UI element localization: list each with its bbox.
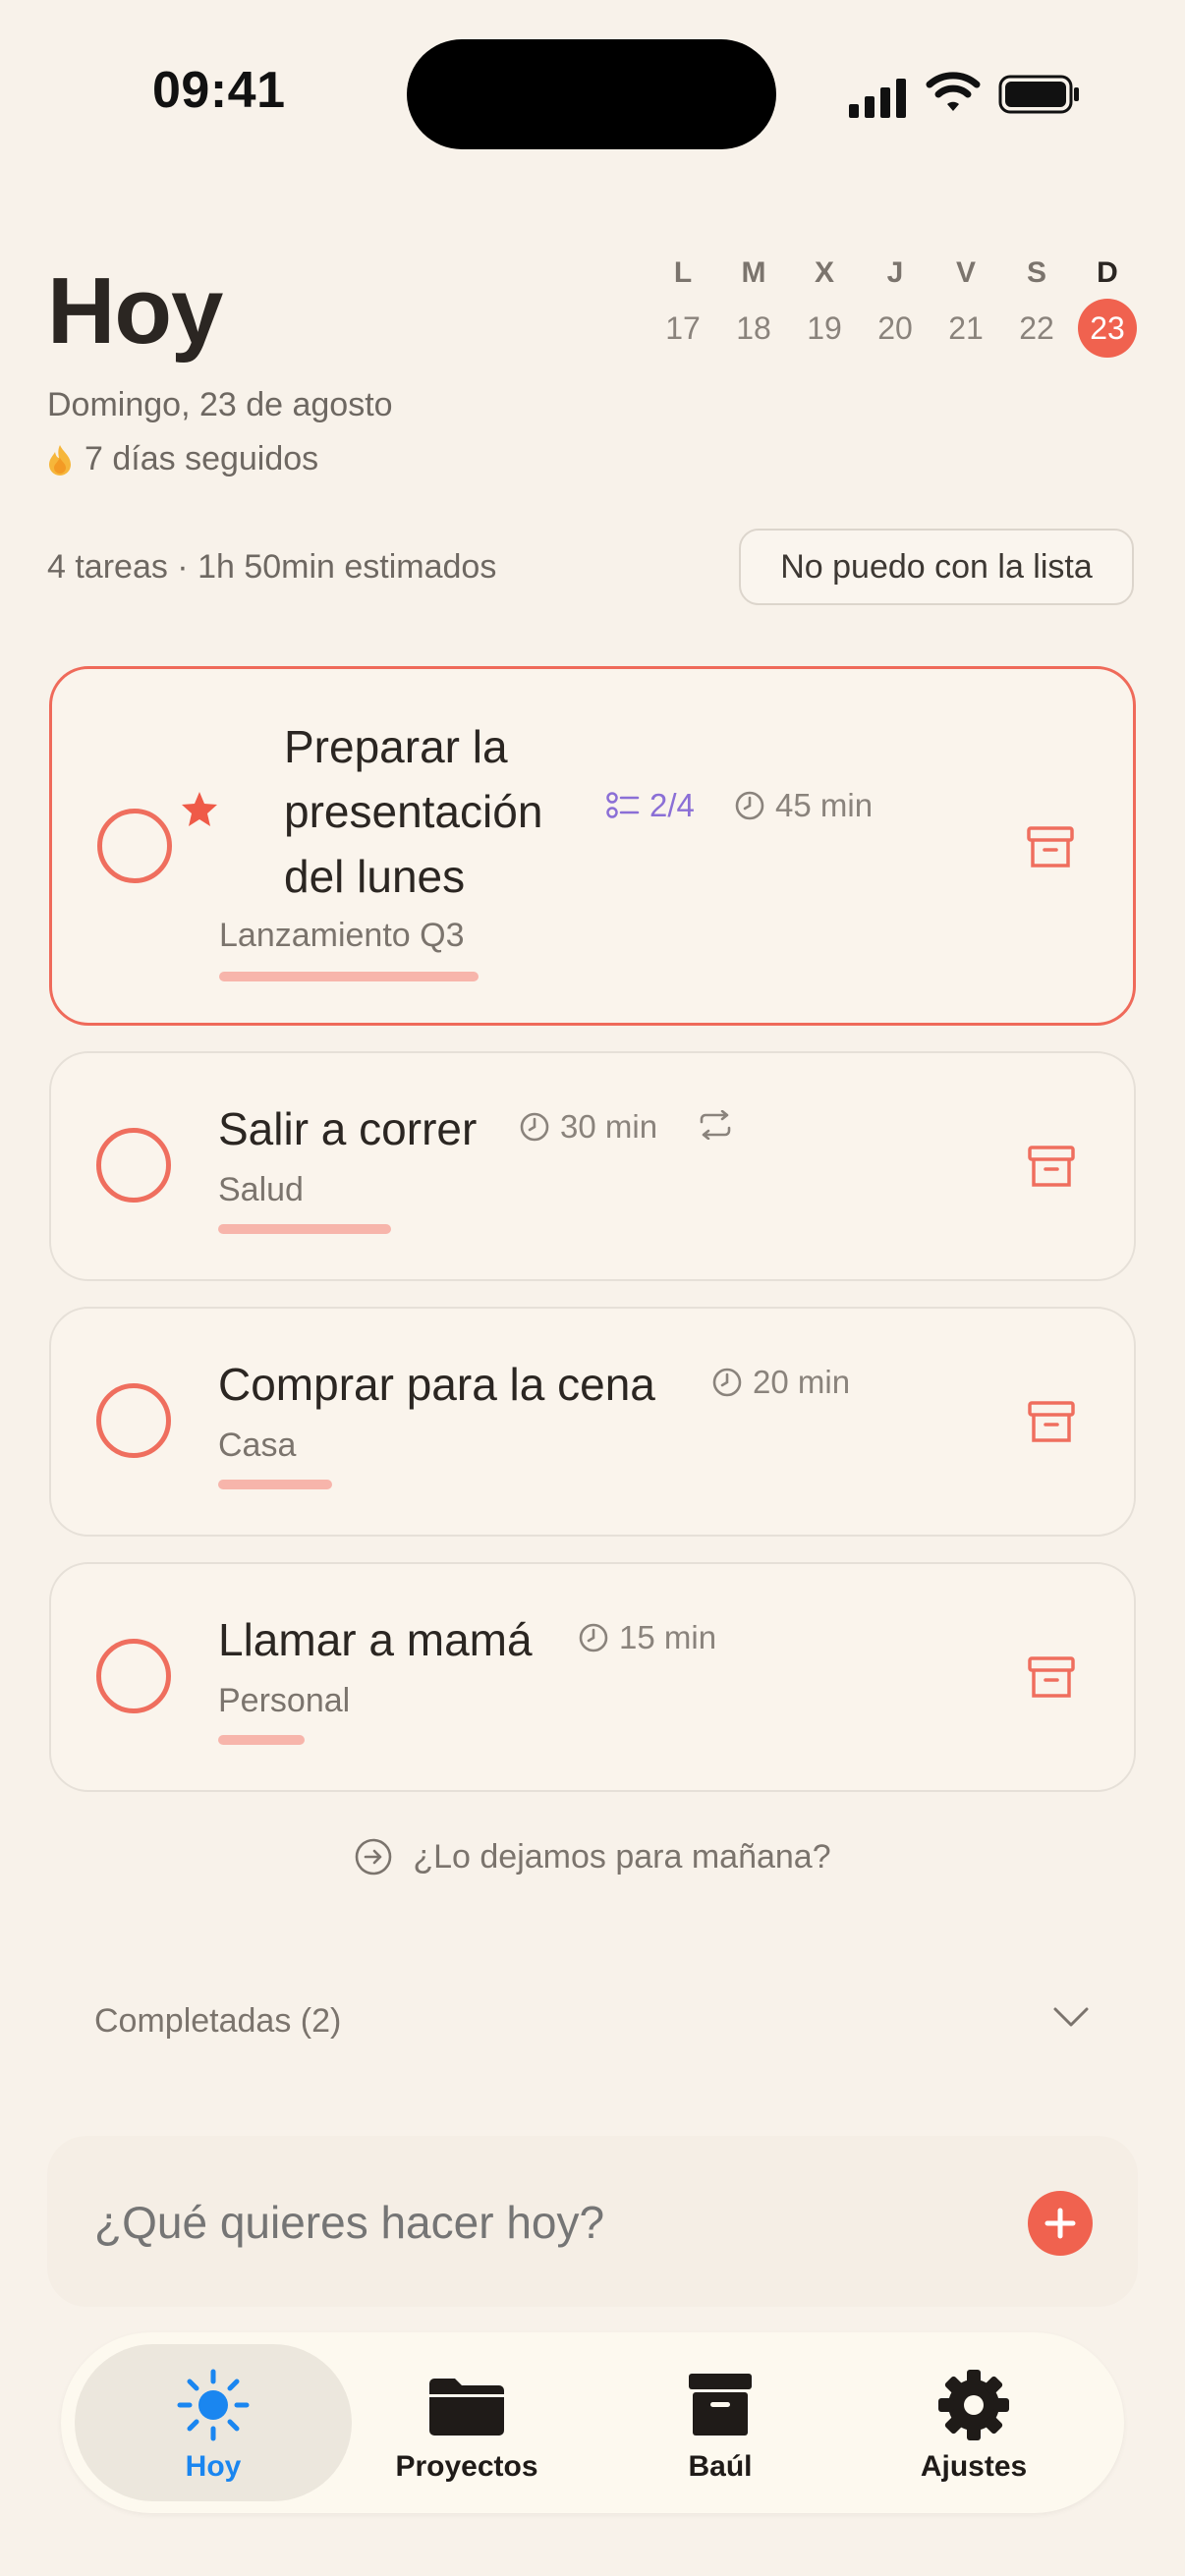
duration-label: 30 min [560,1108,658,1145]
sun-icon [177,2369,250,2441]
project-color-bar [219,972,479,981]
task-complete-checkbox[interactable] [97,809,172,883]
clock-icon [579,1623,608,1652]
project-color-bar [218,1480,332,1489]
subtask-count: 2/4 [649,787,695,823]
task-card[interactable]: Llamar a mamá 15 min Personal [49,1562,1136,1792]
clock-icon [712,1368,742,1397]
tab-label: Proyectos [395,2450,538,2483]
streak-indicator: 7 días seguidos [47,440,318,478]
task-duration: 20 min [711,1364,850,1401]
project-color-bar [218,1224,391,1234]
folder-icon [429,2379,504,2436]
project-color-bar [218,1735,305,1745]
plus-icon [1044,2208,1076,2239]
task-complete-checkbox[interactable] [96,1128,171,1203]
task-duration: 30 min [519,1108,657,1146]
task-project[interactable]: Salud [218,1171,304,1209]
week-day-mon[interactable]: L 17 [652,253,713,358]
week-day-wed[interactable]: X 19 [794,253,855,358]
arrow-right-circle-icon [356,1838,392,1876]
week-day-number: 18 [736,310,771,346]
new-task-bar [47,2136,1138,2307]
add-task-button[interactable] [1028,2191,1093,2256]
week-day-letter: M [741,256,766,289]
tab-proyectos[interactable]: Proyectos [328,2344,605,2501]
archive-icon[interactable] [1025,822,1076,873]
task-duration: 15 min [578,1619,716,1656]
task-title: Llamar a mamá [218,1614,533,1665]
week-day-tue[interactable]: M 18 [723,253,784,358]
week-day-letter: S [1026,256,1046,289]
week-day-number: 22 [1019,310,1054,346]
week-day-number: 17 [665,310,701,346]
week-day-number: 21 [948,310,984,346]
week-day-number: 19 [807,310,842,346]
week-day-letter: V [955,256,976,289]
duration-label: 20 min [753,1364,851,1400]
chevron-down-icon[interactable] [1051,2004,1091,2030]
task-project[interactable]: Personal [218,1682,350,1720]
archive-icon[interactable] [1026,1652,1077,1704]
week-day-letter: D [1097,256,1118,289]
archive-icon[interactable] [1026,1397,1077,1448]
archive-box-icon [689,2374,752,2436]
tab-baul[interactable]: Baúl [582,2344,859,2501]
tab-bar: Hoy Proyectos Baúl Ajustes [61,2332,1124,2513]
duration-label: 15 min [619,1619,717,1655]
tab-ajustes[interactable]: Ajustes [835,2344,1112,2501]
duration-label: 45 min [775,787,874,823]
completed-section-toggle[interactable]: Completadas (2) [94,2002,341,2041]
task-title: Salir a correr [218,1103,478,1154]
week-day-letter: X [814,256,834,289]
task-complete-checkbox[interactable] [96,1383,171,1458]
subtask-progress: 2/4 [606,787,695,824]
dynamic-island [407,39,776,149]
flame-icon [49,444,71,476]
week-day-letter: L [673,256,693,289]
tab-label: Baúl [688,2450,753,2483]
task-project[interactable]: Lanzamiento Q3 [219,917,465,955]
week-day-number: 20 [877,310,913,346]
tab-label: Ajustes [920,2450,1028,2483]
postpone-button[interactable]: ¿Lo dejamos para mañana? [354,1837,831,1876]
task-card[interactable]: Comprar para la cena 20 min Casa [49,1307,1136,1537]
task-project[interactable]: Casa [218,1427,296,1465]
task-card[interactable]: Preparar la presentación del lunes 2/4 4… [49,666,1136,1026]
star-icon [182,792,217,826]
clock-icon [520,1112,549,1142]
task-complete-checkbox[interactable] [96,1639,171,1713]
task-card[interactable]: Salir a correr 30 min Salud [49,1051,1136,1281]
task-title: Comprar para la cena [218,1359,655,1410]
cellular-signal-icon [849,79,906,118]
gear-icon [938,2370,1009,2440]
page-title: Hoy [47,258,223,364]
week-day-thu[interactable]: J 20 [865,253,926,358]
week-day-number: 23 [1078,299,1137,358]
wifi-icon [926,72,981,111]
week-day-letter: J [886,256,904,289]
tasks-summary: 4 tareas · 1h 50min estimados [47,548,497,586]
battery-icon [998,75,1079,114]
tab-label: Hoy [185,2450,242,2483]
postpone-label: ¿Lo dejamos para mañana? [413,1837,831,1876]
clock-icon [735,791,764,820]
week-day-sun-selected[interactable]: D 23 [1077,253,1138,358]
tab-hoy[interactable]: Hoy [75,2344,352,2501]
week-day-fri[interactable]: V 21 [935,253,996,358]
checklist-icon [606,792,640,818]
current-date: Domingo, 23 de agosto [47,386,393,423]
status-time: 09:41 [152,62,286,119]
task-title: Preparar la presentación del lunes [284,721,543,902]
overwhelmed-button[interactable]: No puedo con la lista [739,529,1134,605]
task-duration: 45 min [734,787,873,824]
postpone-row: ¿Lo dejamos para mañana? [0,1837,1185,1885]
repeat-icon [700,1110,731,1140]
archive-icon[interactable] [1026,1142,1077,1193]
week-day-sat[interactable]: S 22 [1006,253,1067,358]
new-task-input[interactable] [92,2187,981,2258]
streak-label: 7 días seguidos [85,440,319,477]
